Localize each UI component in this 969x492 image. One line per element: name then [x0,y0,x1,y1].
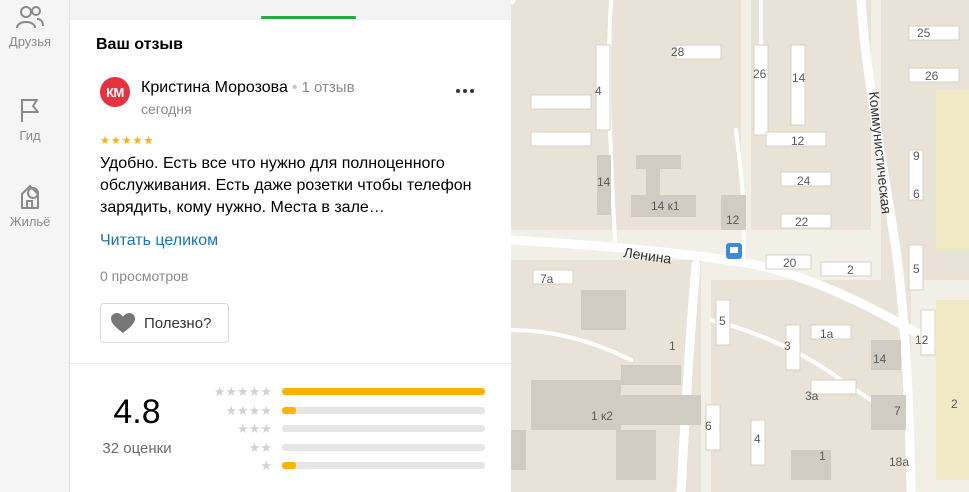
distribution-bar [282,425,485,432]
sidebar-item-guide[interactable]: Гид [0,96,60,143]
section-title: Ваш отзыв [96,36,183,53]
distribution-stars-icon: ★★ [248,439,272,455]
active-tab-indicator [261,16,356,19]
distribution-stars-icon: ★★★ [237,421,272,436]
svg-text:12: 12 [791,134,805,148]
svg-text:26: 26 [925,69,939,83]
house-icon [21,185,39,209]
left-rail: Друзья Гид Жильё [0,0,70,492]
review-panel: Ваш отзыв КМ Кристина Морозова • 1 отзыв с… [70,0,511,492]
svg-text:9: 9 [913,149,920,163]
heart-icon [111,313,135,333]
review-stars: ★ ★ ★ ★ ★ [100,136,153,147]
rating-count: 32 оценки [102,440,172,457]
svg-text:22: 22 [795,215,809,229]
svg-text:20: 20 [783,256,797,270]
svg-text:14: 14 [873,352,887,366]
svg-text:14 к1: 14 к1 [651,199,680,213]
star-icon: ★ [132,135,143,147]
svg-text:1а: 1а [820,327,834,341]
svg-text:2: 2 [951,397,958,411]
separator-dot: • [291,79,298,96]
svg-text:18а: 18а [889,455,909,469]
more-dot-icon [463,89,467,93]
distribution-row[interactable]: ★ [198,459,498,473]
svg-text:2: 2 [847,263,854,277]
distribution-bar [282,462,485,469]
sidebar-item-label: Друзья [8,34,52,49]
distribution-row[interactable]: ★★★★★ [198,385,498,399]
distribution-bar [282,388,485,395]
svg-text:28: 28 [671,45,685,59]
distribution-bar [282,443,485,451]
distribution-bar-fill [282,388,485,395]
author-line: Кристина Морозова • 1 отзыв [141,79,355,97]
author-name[interactable]: Кристина Морозова [141,79,288,96]
distribution-stars-icon: ★★★★ [225,402,272,418]
distribution-row[interactable]: ★★ [198,439,498,455]
map-canvas[interactable]: 28 26 14 25 26 4 12 24 9 14 14 к1 12 22 … [511,0,969,492]
read-more-link[interactable]: Читать целиком [100,232,218,250]
star-icon: ★ [143,135,154,147]
views-count: 0 просмотров [100,268,189,284]
review-date: сегодня [141,101,192,117]
rating-value: 4.8 [113,393,161,431]
star-icon: ★ [100,135,110,147]
useful-button[interactable]: Полезно? [100,303,229,343]
svg-text:25: 25 [917,26,931,40]
svg-text:6: 6 [913,187,920,201]
map-area[interactable]: 28 26 14 25 26 4 12 24 9 14 14 к1 12 22 … [511,0,969,492]
review-text: Удобно. Есть все что нужно для полноценн… [100,155,472,216]
distribution-stars-icon: ★★★★★ [213,384,272,399]
svg-text:14: 14 [792,71,806,85]
star-icon: ★ [110,135,121,147]
svg-text:1: 1 [819,449,826,463]
svg-text:24: 24 [797,174,811,188]
distribution-bar-fill [282,462,297,469]
author-review-count: 1 отзыв [301,79,355,96]
sidebar-item-label: Жильё [9,214,51,229]
svg-text:12: 12 [915,333,929,347]
divider [70,363,511,364]
distribution-bar-fill [282,406,297,414]
more-dot-icon [470,89,474,93]
svg-text:4: 4 [754,432,761,446]
svg-text:5: 5 [719,314,726,328]
svg-text:3: 3 [784,339,791,353]
svg-text:4: 4 [595,84,602,98]
sidebar-item-housing[interactable]: Жильё [0,182,60,229]
svg-text:5: 5 [913,262,920,276]
star-icon: ★ [121,135,132,147]
avatar[interactable]: КМ [100,77,130,107]
svg-text:1 к2: 1 к2 [591,409,613,423]
sidebar-item-friends[interactable]: Друзья [0,4,60,49]
svg-text:1: 1 [669,339,676,353]
distribution-row[interactable]: ★★★★ [198,402,498,418]
svg-text:7а: 7а [540,272,554,286]
svg-text:3а: 3а [805,389,819,403]
flag-icon [21,99,39,122]
svg-text:7: 7 [894,404,901,418]
svg-text:14: 14 [597,175,611,189]
distribution-stars-icon: ★ [260,458,272,473]
sidebar-item-label: Гид [19,128,41,143]
svg-text:6: 6 [705,419,712,433]
more-options-button[interactable] [450,78,480,104]
tab-bar [70,0,511,20]
svg-text:26: 26 [753,67,767,81]
svg-text:12: 12 [726,213,740,227]
more-dot-icon [456,89,460,93]
friends-icon [16,6,44,29]
useful-label: Полезно? [144,314,212,332]
distribution-row[interactable]: ★★★ [198,422,498,436]
distribution-bar [282,406,485,414]
